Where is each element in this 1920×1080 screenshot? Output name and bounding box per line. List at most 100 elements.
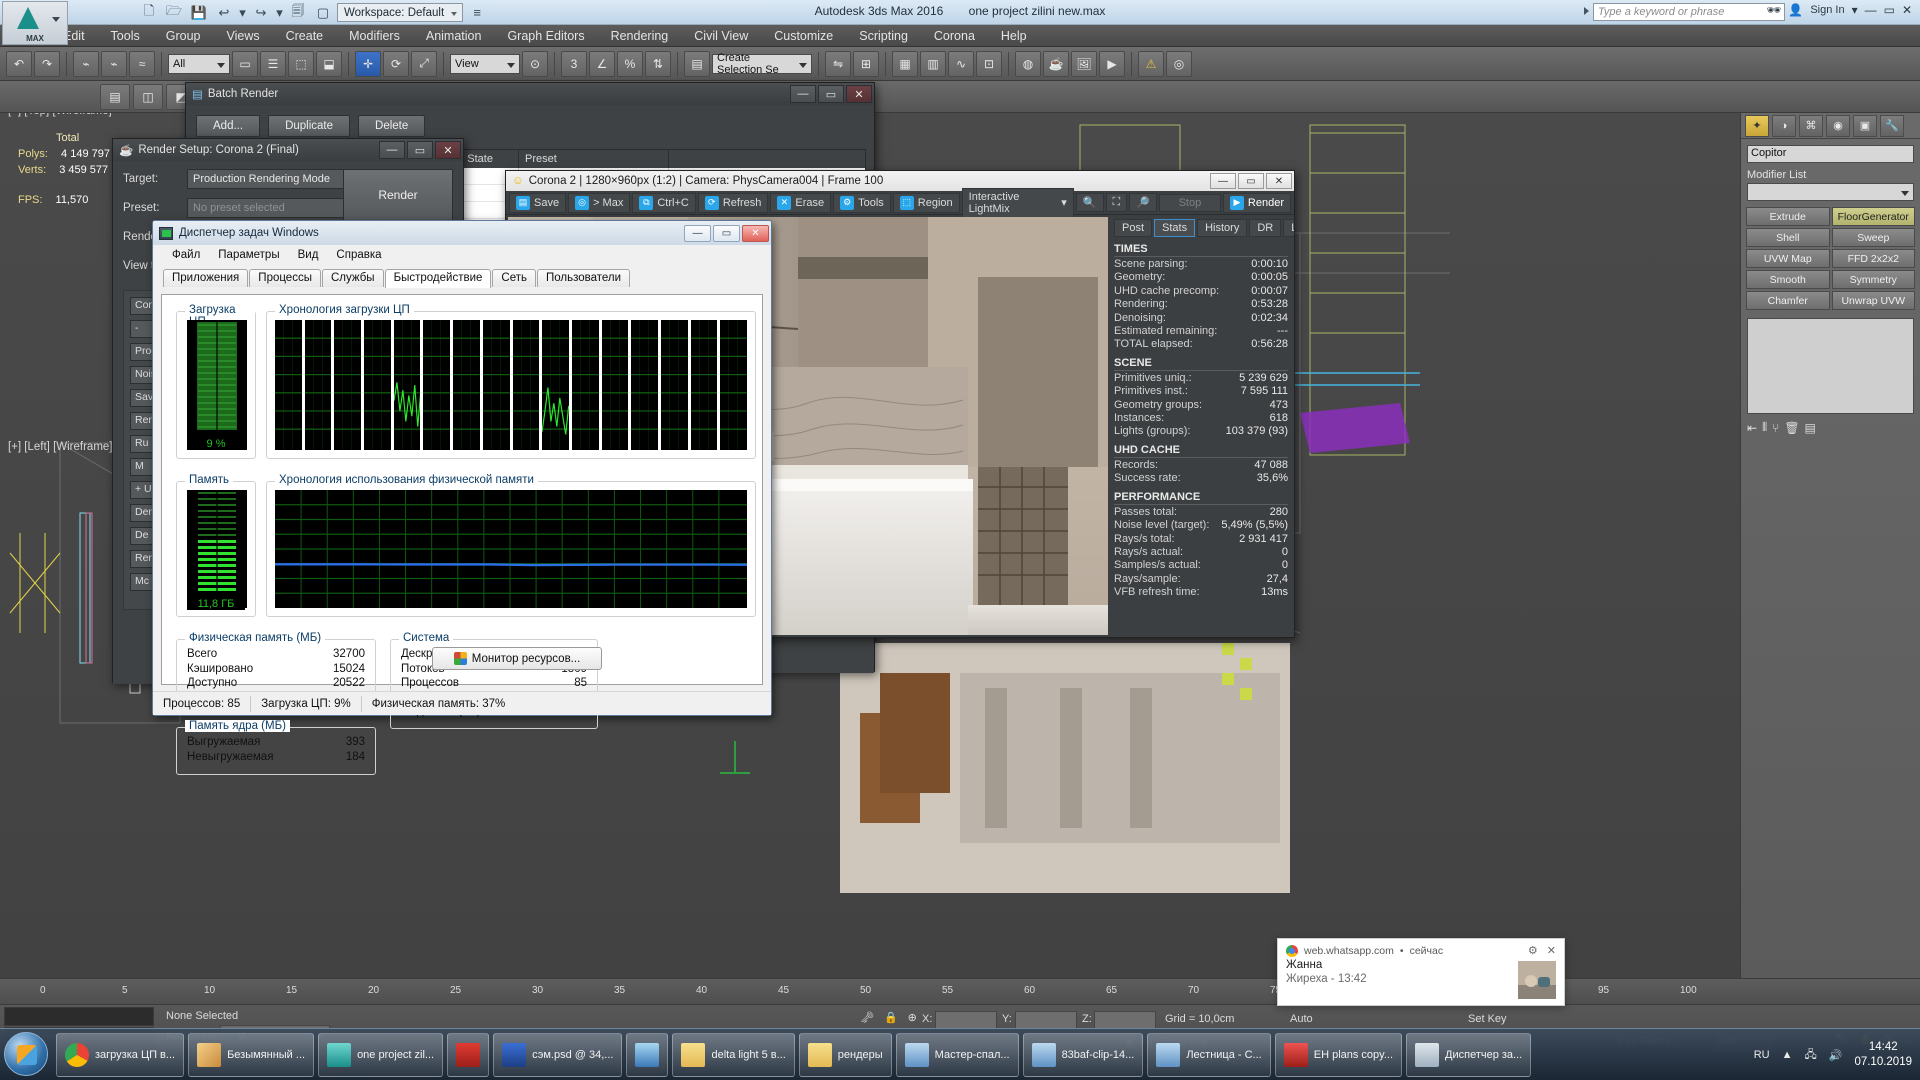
corona-vfb-toolbar[interactable]: ▤Save ◎> Max ⧉Ctrl+C ⟳Refresh ✕Erase ⚙To… — [506, 191, 1294, 215]
curve-editor-icon[interactable]: ∿ — [948, 51, 974, 77]
x-coordinate-field[interactable] — [935, 1011, 997, 1029]
render-setup-close-button[interactable]: ✕ — [435, 141, 461, 159]
volume-icon[interactable]: 🔊 — [1829, 1049, 1843, 1062]
menu-item-civil-view[interactable]: Civil View — [681, 25, 761, 47]
unlink-selection-icon[interactable]: ⌁ — [101, 51, 127, 77]
vfb-erase-button[interactable]: ✕Erase — [770, 193, 831, 213]
mirror-icon[interactable]: ⇋ — [825, 51, 851, 77]
absolute-mode-icon[interactable]: ⊕ — [908, 1011, 917, 1024]
named-selection-combo[interactable]: Create Selection Se — [712, 54, 812, 74]
chevron-down-icon[interactable]: ▾ — [1061, 196, 1067, 209]
taskbar-item[interactable]: 83baf-clip-14... — [1023, 1033, 1144, 1077]
tab-Быстродействие[interactable]: Быстродействие — [385, 269, 492, 288]
y-coordinate-field[interactable] — [1015, 1011, 1077, 1029]
taskbar-item[interactable] — [626, 1033, 668, 1077]
task-manager-maximize-button[interactable]: ▭ — [713, 225, 740, 242]
person-icon[interactable]: 👤 — [1788, 3, 1803, 17]
status-toggle-icons[interactable]: 🗝 🔒 ⊕ — [860, 1011, 917, 1024]
target-select[interactable]: Production Rendering Mode — [187, 169, 357, 189]
taskbar-item[interactable]: Диспетчер за... — [1406, 1033, 1531, 1077]
batch-render-maximize-button[interactable]: ▭ — [818, 85, 844, 103]
undo-dropdown-icon[interactable]: ▾ — [238, 3, 247, 23]
show-end-result-icon[interactable]: ⫴ — [1762, 420, 1767, 435]
close-icon[interactable]: ✕ — [1547, 944, 1556, 957]
batch-render-duplicate-button[interactable]: Duplicate — [268, 115, 350, 137]
vfb-tab-stats[interactable]: Stats — [1154, 219, 1195, 237]
make-unique-icon[interactable]: ⑂ — [1772, 421, 1779, 435]
auto-key-button[interactable]: Auto — [1290, 1013, 1313, 1025]
spinner-snap-icon[interactable]: ⇅ — [645, 51, 671, 77]
workspace-menu-icon[interactable]: ≡ — [466, 3, 488, 23]
menu-bar[interactable]: EditToolsGroupViewsCreateModifiersAnimat… — [0, 25, 1920, 47]
vfb-zoom-in-button[interactable]: 🔍 — [1076, 193, 1104, 212]
utilities-tab-icon[interactable]: 🔧 — [1880, 115, 1904, 137]
set-project-folder-icon[interactable]: 🗐 — [287, 3, 309, 23]
vfb-to-max-button[interactable]: ◎> Max — [568, 193, 630, 213]
render-production-icon[interactable]: ▶ — [1099, 51, 1125, 77]
open-file-icon[interactable]: 🗁 — [163, 3, 185, 23]
warning-icon[interactable]: ⚠ — [1138, 51, 1164, 77]
vfb-zoom-fit-button[interactable]: ⛶ — [1106, 193, 1128, 212]
modifier-ffd[interactable]: FFD 2x2x2 — [1832, 249, 1916, 268]
tm-menu-Вид[interactable]: Вид — [289, 249, 328, 261]
create-tab-icon[interactable]: ✦ — [1745, 115, 1769, 137]
menu-item-corona[interactable]: Corona — [921, 25, 988, 47]
vfb-stop-button[interactable]: Stop — [1159, 194, 1221, 212]
task-manager-window-controls[interactable]: — ▭ ✕ — [684, 225, 769, 242]
vfb-render-button[interactable]: ▶Render — [1223, 193, 1291, 213]
hierarchy-tab-icon[interactable]: ⌘ — [1799, 115, 1823, 137]
task-manager-window[interactable]: Диспетчер задач Windows — ▭ ✕ ФайлПараме… — [152, 220, 772, 716]
menu-item-tools[interactable]: Tools — [98, 25, 153, 47]
window-crossing-icon[interactable]: ⬓ — [316, 51, 342, 77]
material-editor-icon[interactable]: ◍ — [1015, 51, 1041, 77]
tm-menu-Справка[interactable]: Справка — [327, 249, 390, 261]
vfb-zoom-out-button[interactable]: 🔎 — [1129, 193, 1157, 212]
menu-item-scripting[interactable]: Scripting — [846, 25, 921, 47]
taskbar-item[interactable]: one project zil... — [318, 1033, 443, 1077]
pin-stack-icon[interactable]: ⇤ — [1747, 421, 1757, 435]
menu-item-views[interactable]: Views — [213, 25, 272, 47]
task-manager-menu-bar[interactable]: ФайлПараметрыВидСправка — [153, 245, 771, 264]
batch-render-close-button[interactable]: ✕ — [846, 85, 872, 103]
workspace-selector[interactable]: Workspace: Default — [337, 3, 463, 22]
select-and-scale-icon[interactable]: ⤢ — [411, 51, 437, 77]
taskbar-item[interactable] — [447, 1033, 489, 1077]
z-coordinate-field[interactable] — [1094, 1011, 1156, 1029]
taskbar-item[interactable]: EH plans copy... — [1275, 1033, 1402, 1077]
modifier-chamfer[interactable]: Chamfer — [1746, 291, 1830, 310]
schematic-view-icon[interactable]: ⊡ — [976, 51, 1002, 77]
tab-Сеть[interactable]: Сеть — [492, 269, 536, 287]
modifier-shell[interactable]: Shell — [1746, 228, 1830, 247]
select-and-rotate-icon[interactable]: ⟳ — [383, 51, 409, 77]
redo-icon[interactable]: ↪ — [250, 3, 272, 23]
modifier-button-grid[interactable]: Extrude FloorGenerator Shell Sweep UVW M… — [1746, 207, 1915, 310]
corona-vfb-stats-panel[interactable]: PostStatsHistoryDRLightMix TIMESScene pa… — [1108, 215, 1294, 637]
corona-vfb-maximize-button[interactable]: ▭ — [1238, 173, 1264, 189]
set-key-button[interactable]: Set Key — [1468, 1013, 1507, 1025]
corona-vfb-tabs[interactable]: PostStatsHistoryDRLightMix — [1114, 219, 1288, 237]
main-toolbar[interactable]: ↶ ↷ ⌁ ⌁ ≈ All ▭ ☰ ⬚ ⬓ ✛ ⟳ ⤢ View ⊙ 3 ∠ %… — [0, 47, 1920, 81]
search-expander-icon[interactable] — [1584, 7, 1589, 15]
tab-Приложения[interactable]: Приложения — [163, 269, 248, 287]
vfb-save-button[interactable]: ▤Save — [509, 193, 566, 213]
batch-render-minimize-button[interactable]: — — [790, 85, 816, 103]
language-indicator[interactable]: RU — [1754, 1049, 1770, 1061]
corona-icon[interactable]: ◎ — [1166, 51, 1192, 77]
bind-space-warp-icon[interactable]: ≈ — [129, 51, 155, 77]
menu-item-rendering[interactable]: Rendering — [598, 25, 682, 47]
sign-in-label[interactable]: Sign In — [1810, 4, 1844, 16]
network-icon[interactable]: 🖧 — [1804, 1046, 1816, 1065]
menu-item-help[interactable]: Help — [988, 25, 1040, 47]
close-icon[interactable]: ✕ — [1902, 3, 1912, 17]
modifier-stack-toolbar[interactable]: ⇤ ⫴ ⑂ 🗑 ▤ — [1747, 420, 1914, 435]
select-object-icon[interactable]: ▭ — [232, 51, 258, 77]
selection-filter-combo[interactable]: All — [168, 54, 230, 74]
redo-toolbar-icon[interactable]: ↷ — [34, 51, 60, 77]
scene-explorer-icon[interactable]: ▢ — [312, 3, 334, 23]
batch-render-add-button[interactable]: Add... — [196, 115, 260, 137]
status-script-box[interactable] — [4, 1007, 154, 1026]
modifier-unwrapuvw[interactable]: Unwrap UVW — [1832, 291, 1916, 310]
modifier-list-dropdown[interactable] — [1747, 183, 1914, 201]
modifier-stack[interactable] — [1747, 318, 1914, 414]
modifier-uvwmap[interactable]: UVW Map — [1746, 249, 1830, 268]
